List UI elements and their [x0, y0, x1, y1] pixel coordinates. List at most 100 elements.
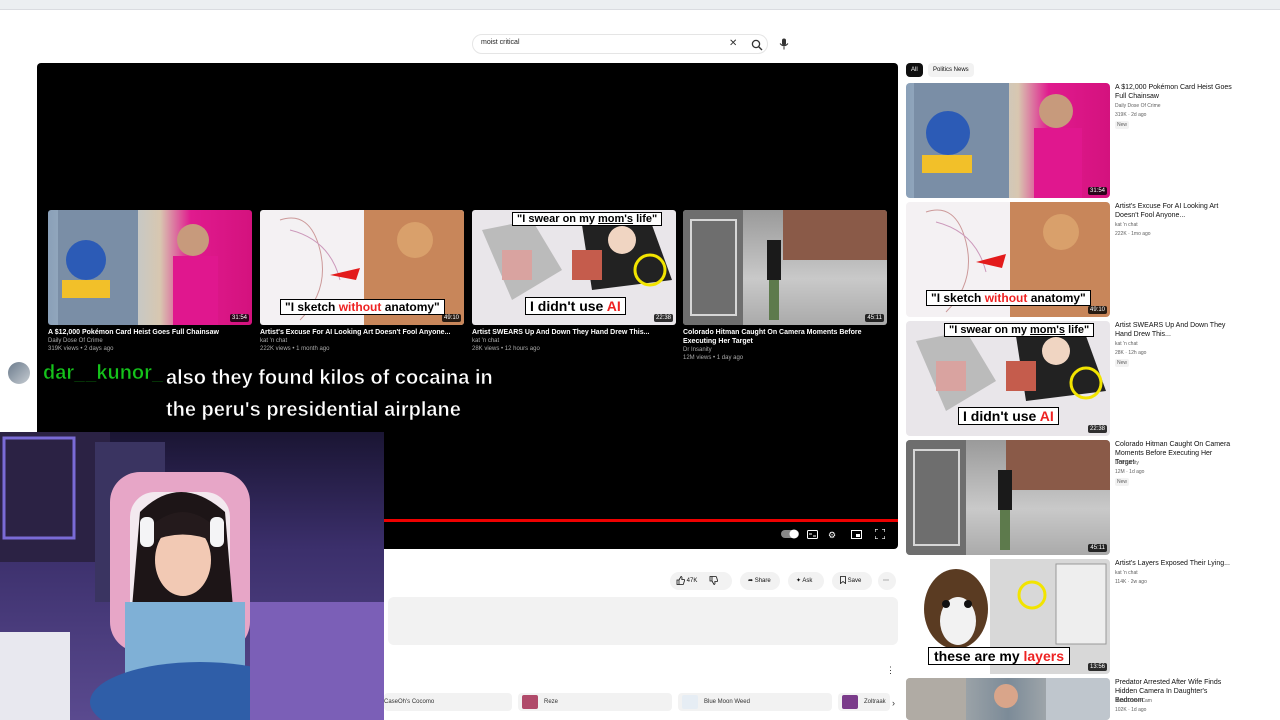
more-actions-icon[interactable]: ⋯: [878, 572, 896, 590]
chip-label: Zoltraak: [864, 699, 886, 705]
microphone-icon[interactable]: [779, 38, 789, 50]
recommended-thumbnail[interactable]: "I sketch without anatomy" 49:10: [906, 202, 1110, 317]
chip-thumbnail: [682, 695, 698, 709]
caption-underline: mom's: [1030, 324, 1066, 336]
chip-label: CaseOh's Cocomo: [384, 699, 435, 705]
caption-text: "I sketch: [285, 300, 339, 314]
endscreen-thumbnail[interactable]: "I swear on my mom's life" I didn't use …: [472, 210, 676, 325]
duration-badge: 45:11: [865, 314, 884, 322]
clear-search-icon[interactable]: ✕: [729, 38, 737, 50]
news-photo-image: [906, 678, 1110, 720]
recommended-title[interactable]: Artist's Layers Exposed Their Lying...: [1115, 559, 1233, 568]
endscreen-card[interactable]: 31:54 A $12,000 Pokémon Card Heist Goes …: [48, 210, 252, 353]
recommended-thumbnail[interactable]: these are my layers 13:56: [906, 559, 1110, 674]
search-bar[interactable]: moist critical ✕: [472, 34, 768, 54]
duration-badge: 22:38: [653, 314, 673, 322]
sparkle-icon: ✦: [796, 578, 802, 584]
topic-chip[interactable]: CaseOh's Cocomo: [384, 693, 512, 711]
recommended-channel[interactable]: kat 'n chat: [1115, 221, 1233, 230]
duration-badge: 22:38: [1087, 425, 1107, 433]
recommended-meta: 28K · 12h ago: [1115, 350, 1147, 356]
caption-text: I didn't use: [530, 298, 607, 314]
caption-text: life": [633, 213, 658, 225]
recommended-channel[interactable]: Real Crime Cam: [1115, 697, 1233, 706]
caption-highlight: layers: [1023, 648, 1064, 664]
caption-highlight: AI: [1039, 408, 1054, 424]
recommended-title[interactable]: A $12,000 Pokémon Card Heist Goes Full C…: [1115, 83, 1233, 101]
settings-gear-icon[interactable]: ⚙: [828, 530, 836, 541]
recommended-channel[interactable]: Daily Dose Of Crime: [1115, 102, 1233, 111]
endscreen-thumbnail[interactable]: 31:54: [48, 210, 252, 325]
endscreen-card[interactable]: 45:11 Colorado Hitman Caught On Camera M…: [683, 210, 887, 362]
endscreen-title[interactable]: Artist's Excuse For AI Looking Art Doesn…: [260, 328, 464, 337]
endscreen-title[interactable]: A $12,000 Pokémon Card Heist Goes Full C…: [48, 328, 252, 337]
endscreen-channel[interactable]: kat 'n chat: [472, 337, 676, 345]
topic-chip[interactable]: Blue Moon Weed: [678, 693, 832, 711]
endscreen-title[interactable]: Artist SWEARS Up And Down They Hand Drew…: [472, 328, 676, 337]
recommended-channel[interactable]: kat 'n chat: [1115, 569, 1233, 578]
like-button[interactable]: 47K: [676, 576, 699, 585]
topic-chip[interactable]: Reze: [518, 693, 672, 711]
search-input[interactable]: moist critical: [481, 39, 520, 46]
fullscreen-icon[interactable]: [874, 528, 886, 541]
ask-button[interactable]: ✦ Ask: [788, 572, 824, 590]
thumbnail-caption: "I swear on my mom's life": [944, 323, 1095, 337]
recommended-title[interactable]: Artist's Excuse For AI Looking Art Doesn…: [1115, 202, 1233, 220]
caption-underline: mom's: [598, 213, 634, 225]
captions-icon[interactable]: [807, 530, 818, 541]
more-vertical-icon[interactable]: ⋮: [886, 665, 895, 676]
filter-chip-all[interactable]: All: [906, 63, 923, 77]
chip-label: Reze: [544, 699, 559, 705]
thumbnail-caption: "I swear on my mom's life": [512, 212, 663, 226]
caption-text: these are my: [934, 648, 1024, 664]
thumbs-down-icon[interactable]: [709, 576, 719, 585]
pokemon-store-door-image: [58, 210, 218, 325]
recommended-thumbnail[interactable]: 31:54: [906, 83, 1110, 198]
duration-badge: 45:11: [1088, 544, 1107, 552]
pokemon-store-door-image: [914, 83, 1082, 198]
endscreen-thumbnail[interactable]: "I sketch without anatomy" 49:10: [260, 210, 464, 325]
thumbnail-caption: these are my layers: [928, 647, 1070, 665]
new-badge: New: [1115, 121, 1130, 129]
endscreen-channel[interactable]: kat 'n chat: [260, 337, 464, 345]
ask-label: Ask: [802, 578, 813, 584]
thumbnail-caption: "I sketch without anatomy": [280, 299, 445, 315]
recommended-title[interactable]: Artist SWEARS Up And Down They Hand Drew…: [1115, 321, 1233, 339]
save-button[interactable]: Save: [832, 572, 872, 590]
recommended-channel[interactable]: kat 'n chat: [1115, 340, 1233, 349]
recommended-thumbnail[interactable]: "I swear on my mom's life" I didn't use …: [906, 321, 1110, 436]
endscreen-meta: 12M views • 1 day ago: [683, 355, 744, 361]
share-button[interactable]: ➦ Share: [740, 572, 780, 590]
endscreen-channel[interactable]: Dr Insanity: [683, 346, 887, 354]
miniplayer-icon[interactable]: [851, 530, 862, 541]
chip-label: Blue Moon Weed: [704, 699, 750, 705]
description-box[interactable]: [388, 597, 898, 645]
duration-badge: 49:10: [441, 314, 461, 322]
bookmark-icon: [840, 576, 846, 585]
recommended-thumbnail[interactable]: 45:11: [906, 440, 1110, 555]
endscreen-channel[interactable]: Daily Dose Of Crime: [48, 337, 252, 345]
endscreen-title[interactable]: Colorado Hitman Caught On Camera Moments…: [683, 328, 887, 346]
endscreen-thumbnail[interactable]: 45:11: [683, 210, 887, 325]
like-dislike-group: 47K: [670, 572, 732, 590]
thumbnail-caption: I didn't use AI: [525, 297, 626, 315]
topic-chip[interactable]: Zoltraak: [838, 693, 890, 711]
recommended-video[interactable]: Predator Arrested After Wife Finds Hidde…: [906, 678, 1276, 720]
endscreen-card[interactable]: "I sketch without anatomy" 49:10 Artist'…: [260, 210, 464, 353]
filter-chip-politics[interactable]: Politics News: [928, 63, 974, 77]
search-icon[interactable]: [751, 39, 763, 51]
caption-highlight: without: [984, 291, 1028, 305]
recommended-meta: 319K · 2d ago: [1115, 112, 1147, 118]
duration-badge: 49:10: [1087, 306, 1107, 314]
caption-highlight: AI: [606, 298, 621, 314]
caption-text: "I swear on my: [949, 324, 1031, 336]
chip-thumbnail: [522, 695, 538, 709]
recommended-meta: 12M · 1d ago: [1115, 469, 1145, 475]
autoplay-toggle[interactable]: [781, 529, 799, 541]
endscreen-card[interactable]: "I swear on my mom's life" I didn't use …: [472, 210, 676, 353]
security-camera-image: [906, 440, 1110, 555]
recommended-channel[interactable]: Dr Insanity: [1115, 459, 1233, 468]
streamer-webcam: [0, 432, 384, 720]
chevron-right-icon[interactable]: ›: [892, 698, 895, 708]
recommended-thumbnail[interactable]: [906, 678, 1110, 720]
